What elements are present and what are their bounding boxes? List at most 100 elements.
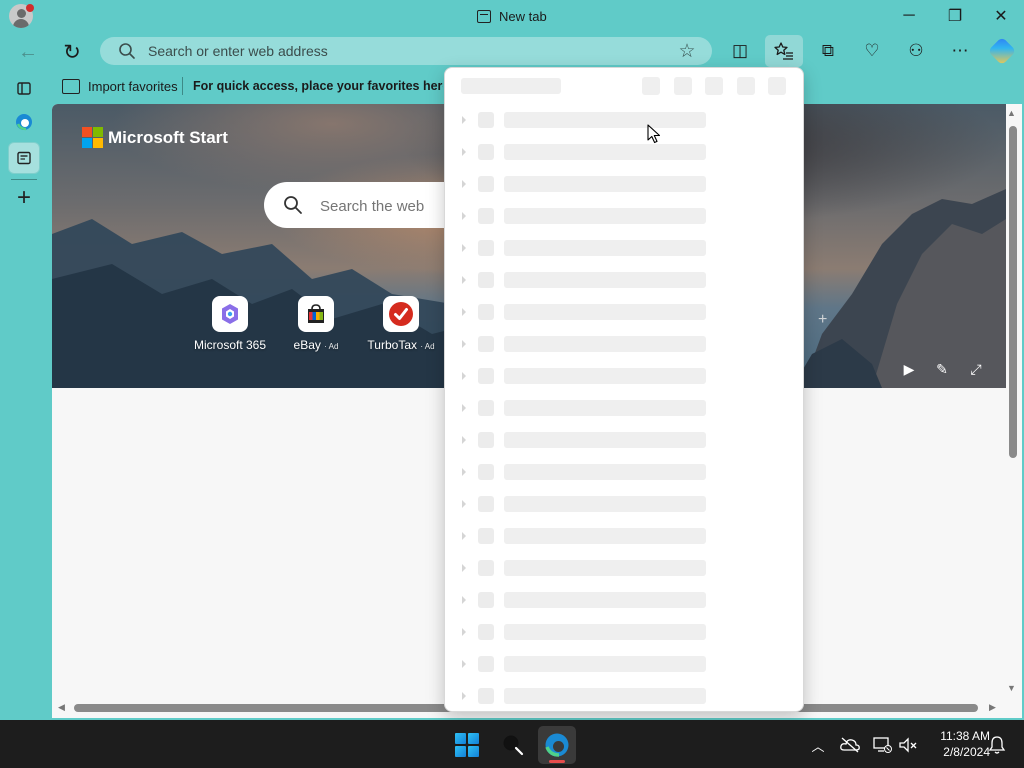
edge-logo-icon (545, 733, 569, 757)
favorite-name-placeholder (504, 432, 706, 448)
collections-icon: ⧉ (821, 41, 835, 60)
show-hidden-icons-button[interactable]: ︿ (807, 734, 829, 756)
add-to-favorites-button[interactable]: ☆ (674, 38, 700, 64)
folder-icon-placeholder (478, 368, 494, 384)
scroll-right-arrow-icon[interactable]: ▶ (989, 702, 996, 713)
expand-chevron-icon (462, 276, 466, 284)
expand-chevron-icon (462, 660, 466, 668)
browser-essentials-button[interactable]: ♡ (856, 37, 888, 65)
new-tab-sidebar-button[interactable] (8, 142, 40, 174)
vertical-scroll-thumb[interactable] (1009, 126, 1017, 458)
star-icon: ☆ (678, 40, 696, 62)
expand-chevron-icon (462, 596, 466, 604)
collections-button[interactable]: ⧉ (812, 37, 844, 65)
network-disconnected-icon[interactable] (872, 736, 892, 754)
restore-button[interactable]: ❐ (932, 0, 978, 32)
favorites-button[interactable] (765, 35, 803, 67)
favorite-item-placeholder (445, 616, 803, 648)
favorite-item-placeholder (445, 264, 803, 296)
quick-link-ebay[interactable]: eBay · Ad (276, 296, 356, 352)
active-app-indicator (549, 760, 565, 763)
tile-label: TurboTax (367, 338, 417, 352)
taskbar-edge-button[interactable] (538, 726, 576, 764)
import-favorites-button[interactable]: Import favorites (62, 76, 178, 96)
refresh-button[interactable]: ↻ (56, 38, 88, 66)
web-search-input[interactable] (320, 196, 440, 216)
address-input[interactable] (148, 42, 648, 60)
more-options-button[interactable]: ⋯ (944, 37, 976, 65)
microsoft-start-title[interactable]: Microsoft Start (108, 128, 228, 148)
favorite-item-placeholder (445, 424, 803, 456)
favorite-name-placeholder (504, 528, 706, 544)
play-icon: ▶ (903, 360, 915, 377)
favorite-item-placeholder (445, 200, 803, 232)
expand-chevron-icon (462, 244, 466, 252)
tile-label: Microsoft 365 (193, 338, 267, 352)
onedrive-icon[interactable] (840, 737, 860, 753)
close-button[interactable]: ✕ (978, 0, 1024, 32)
scroll-up-arrow-icon[interactable]: ▲ (1007, 108, 1016, 118)
notification-bell-icon[interactable] (988, 735, 1006, 755)
favorites-flyout (444, 67, 804, 712)
copilot-button[interactable] (987, 36, 1017, 66)
scroll-down-arrow-icon[interactable]: ▼ (1007, 683, 1016, 693)
clock-date: 2/8/2024 (943, 745, 990, 759)
search-icon (119, 43, 135, 59)
split-screen-button[interactable]: ◫ (724, 37, 756, 65)
edge-tab-button[interactable] (8, 106, 40, 138)
system-clock[interactable]: 11:38 AM 2/8/2024 (920, 728, 990, 760)
quick-link-turbotax[interactable]: TurboTax · Ad (361, 296, 441, 352)
fullscreen-background-button[interactable]: ⤢ (965, 358, 987, 380)
new-tab-button[interactable]: + (8, 182, 40, 214)
folder-icon-placeholder (478, 304, 494, 320)
favorite-name-placeholder (504, 208, 706, 224)
add-quick-link-icon[interactable]: + (818, 311, 827, 329)
windows-start-icon[interactable] (455, 733, 479, 757)
back-arrow-icon: ← (18, 40, 38, 63)
favorite-name-placeholder (504, 272, 706, 288)
minimize-button[interactable]: ─ (886, 0, 932, 32)
extensions-button[interactable]: ⚇ (900, 37, 932, 65)
edit-icon: ✎ (936, 360, 948, 377)
favorite-item-placeholder (445, 296, 803, 328)
expand-chevron-icon (462, 180, 466, 188)
favorite-item-placeholder (445, 360, 803, 392)
favorites-list-icon (774, 42, 793, 60)
taskbar-search-icon[interactable] (500, 732, 526, 758)
favorite-name-placeholder (504, 144, 706, 160)
active-tab[interactable]: New tab (477, 7, 547, 25)
folder-icon-placeholder (478, 496, 494, 512)
heart-pulse-icon: ♡ (864, 41, 880, 60)
back-button[interactable]: ← (12, 38, 44, 66)
quick-link-microsoft-365[interactable]: Microsoft 365 (190, 296, 270, 352)
folder-icon-placeholder (478, 656, 494, 672)
expand-chevron-icon (462, 116, 466, 124)
favorite-name-placeholder (504, 656, 706, 672)
extensions-icon: ⚇ (908, 41, 924, 60)
scroll-left-arrow-icon[interactable]: ◀ (58, 702, 65, 713)
favorite-item-placeholder (445, 168, 803, 200)
turbotax-check-icon (383, 296, 419, 332)
favorites-bar-hint: For quick access, place your favorites h… (193, 79, 443, 93)
tab-actions-button[interactable] (8, 72, 40, 104)
customize-background-button[interactable]: ✎ (931, 358, 953, 380)
split-screen-icon: ◫ (731, 41, 749, 60)
microsoft-365-icon (212, 296, 248, 332)
favorites-bar-divider (182, 77, 183, 95)
folder-icon-placeholder (478, 336, 494, 352)
folder-icon-placeholder (478, 144, 494, 160)
import-favorites-label: Import favorites (88, 78, 178, 94)
favorite-item-placeholder (445, 680, 803, 711)
favorite-name-placeholder (504, 688, 706, 704)
edge-logo-icon (16, 114, 32, 131)
import-icon (62, 78, 80, 94)
volume-muted-icon[interactable] (898, 737, 918, 753)
expand-chevron-icon (462, 404, 466, 412)
expand-chevron-icon (462, 532, 466, 540)
play-video-button[interactable]: ▶ (898, 358, 920, 380)
refresh-icon: ↻ (63, 40, 81, 64)
plus-icon: + (16, 184, 31, 211)
expand-chevron-icon (462, 468, 466, 476)
folder-icon-placeholder (478, 240, 494, 256)
favorite-item-placeholder (445, 328, 803, 360)
